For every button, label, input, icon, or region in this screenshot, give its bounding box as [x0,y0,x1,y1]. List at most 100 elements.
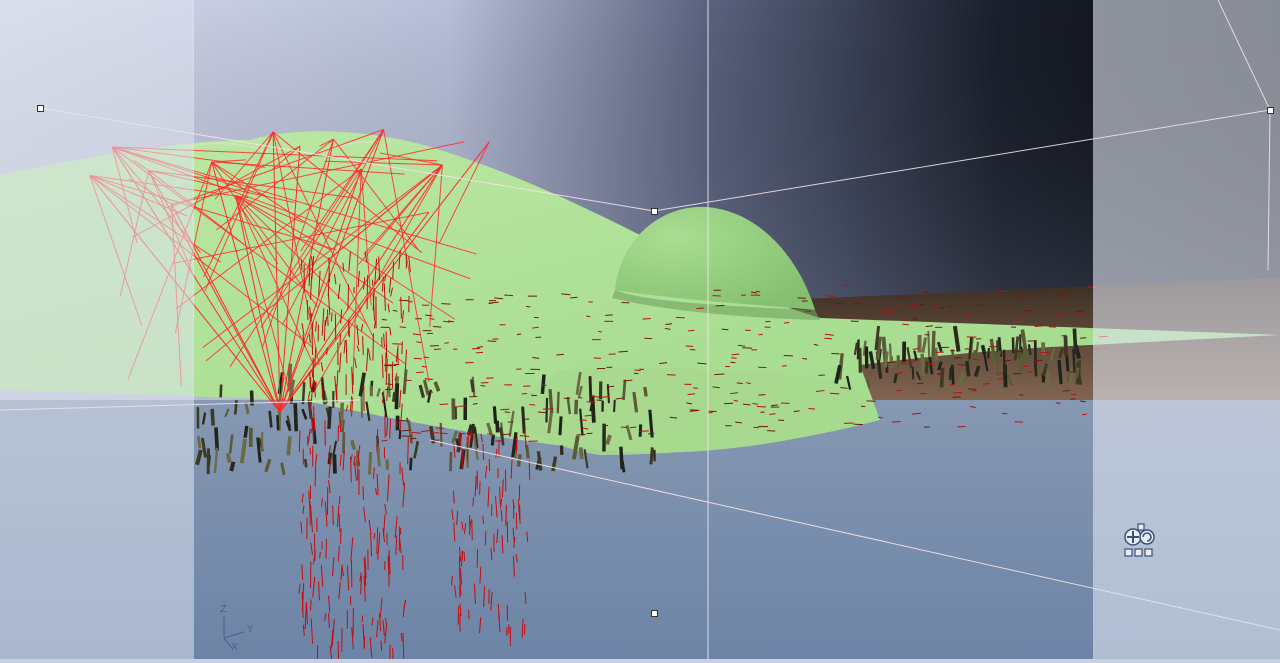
scatter-particle [759,395,766,396]
grass-blade [341,403,342,428]
particle-streak [307,300,308,320]
grass-blade [933,331,934,357]
grass-blade [231,462,233,471]
scatter-particle [834,303,840,304]
scatter-particle [714,374,724,375]
grass-blade [334,454,335,473]
scatter-particle [1080,338,1086,339]
grass-blade [558,392,559,414]
grass-blade [245,426,247,438]
particle-streak [363,336,364,355]
grass-blade [441,423,442,447]
view-navigation-icon[interactable] [1120,521,1158,559]
scatter-particle [587,402,595,403]
scatter-particle [382,319,387,320]
scene-render[interactable] [0,0,1280,659]
grass-blade [329,407,330,429]
scatter-particle [910,306,917,307]
grass-blade [295,403,296,431]
nav-widget-glyphs [1120,521,1158,559]
grass-blade [277,415,278,430]
grass-blade [895,373,897,383]
grass-blade [1070,367,1071,387]
grass-blade [590,376,591,402]
scatter-particle [570,297,577,298]
grass-blade [950,368,951,380]
scatter-particle [782,366,787,367]
scatter-particle [830,393,839,394]
grass-blade [942,368,943,388]
grass-blade [922,354,923,376]
scatter-particle [1071,394,1076,395]
grass-blade [640,424,641,436]
scatter-particle [458,406,467,407]
grass-blade [303,382,304,404]
axis-label-y: Y [247,624,253,635]
grass-blade [1076,368,1078,379]
grass-blade [1046,372,1048,389]
grass-blade [396,383,397,409]
grass-blade [936,348,937,361]
selection-handle-icon[interactable] [651,610,658,617]
scatter-particle [385,389,393,390]
scatter-particle [716,305,725,306]
axis-label-x: X [231,642,238,653]
scatter-particle [824,338,832,339]
right-overlay-panel [1093,0,1280,659]
left-panel-edge [193,0,194,659]
grass-blade [952,365,953,385]
scatter-particle [416,372,423,373]
scatter-particle [635,370,641,371]
selection-handle-icon[interactable] [1267,107,1274,114]
particle-streak [472,519,473,540]
scatter-particle [902,324,908,325]
grass-blade [1029,344,1031,355]
scatter-particle [598,331,602,332]
axis-label-z: Z [220,604,227,615]
grass-blade [621,447,622,469]
grass-blade [288,436,290,455]
scatter-particle [998,291,1008,292]
scatter-particle [1075,311,1084,312]
grass-blade [926,361,927,373]
grass-blade [967,361,969,376]
scatter-particle [734,401,738,402]
scatter-particle [594,358,601,359]
scatter-particle [643,318,651,319]
scatter-particle [886,310,895,311]
selection-handle-icon[interactable] [651,208,658,215]
scatter-particle [500,409,509,410]
scatter-particle [913,319,917,320]
grass-blade [410,458,411,471]
particle-streak [313,358,314,386]
particle-streak [392,362,393,368]
particle-streak [516,439,517,454]
axis-triad-icon: Z Y X [214,602,264,656]
particle-streak [506,505,507,526]
scatter-particle [983,384,990,385]
grass-blade [305,459,306,467]
scatter-particle [530,404,535,405]
grass-blade [542,375,544,394]
scatter-particle [999,373,1003,374]
selection-handle-icon[interactable] [37,105,44,112]
particle-streak [401,297,402,319]
scatter-particle [441,304,450,305]
scatter-particle [505,412,510,413]
scatter-particle [538,412,546,413]
particle-streak [340,529,341,544]
scatter-particle [954,358,961,359]
grass-blade [404,369,406,394]
particle-streak [386,331,387,359]
scatter-particle [1070,372,1077,373]
scatter-particle [1015,422,1023,423]
particle-streak [312,332,313,355]
scatter-particle [878,417,882,418]
grass-blade [860,348,861,373]
particle-streak [408,437,409,464]
scatter-particle [586,316,590,317]
scatter-particle [958,365,967,366]
3d-viewport[interactable]: Z Y X [0,0,1280,659]
grass-blade [400,430,401,439]
scatter-particle [630,427,636,428]
